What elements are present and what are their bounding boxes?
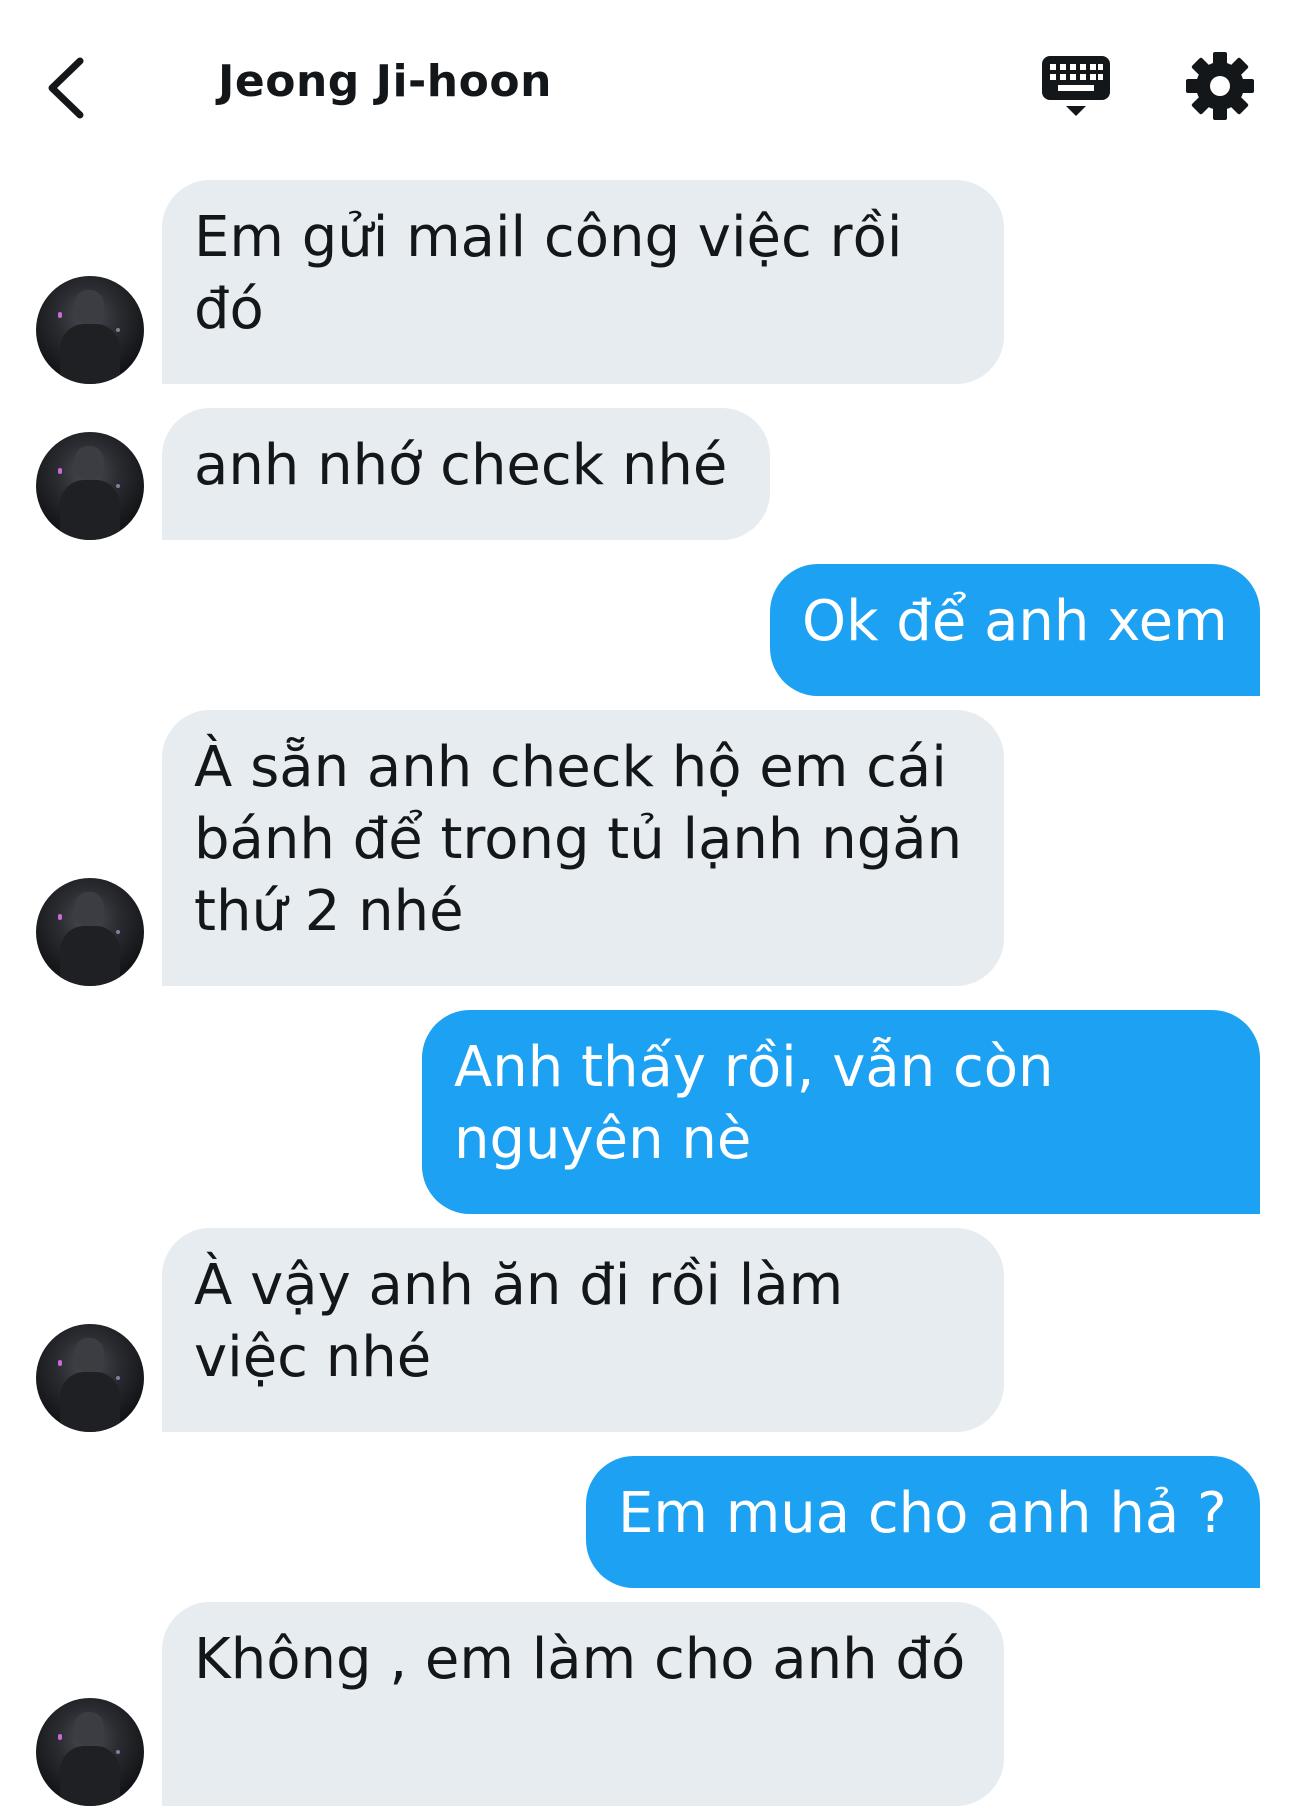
keyboard-button[interactable] <box>1040 50 1112 122</box>
keyboard-icon <box>1042 56 1110 116</box>
avatar[interactable] <box>36 1324 144 1432</box>
message-bubble-outgoing: Em mua cho anh hả ? <box>586 1456 1260 1588</box>
message-text: Anh thấy rồi, vẫn còn nguyên nè <box>454 1035 1054 1172</box>
avatar[interactable] <box>36 1698 144 1806</box>
message-text: Không , em làm cho anh đó <box>194 1627 966 1692</box>
message-text: anh nhớ check nhé <box>194 433 728 498</box>
message-text: Em mua cho anh hả ? <box>618 1481 1227 1546</box>
message-bubble-incoming: anh nhớ check nhé <box>162 408 770 540</box>
message-bubble-incoming: À sẵn anh check hộ em cái bánh để trong … <box>162 710 1004 986</box>
message-bubble-incoming: À vậy anh ăn đi rồi làm việc nhé <box>162 1228 1004 1432</box>
message-text: Ok để anh xem <box>802 589 1228 654</box>
avatar[interactable] <box>36 878 144 986</box>
settings-button[interactable] <box>1184 50 1256 122</box>
back-button[interactable] <box>34 48 98 128</box>
conversation-header: Jeong Ji-hoon <box>0 0 1290 160</box>
message-bubble-outgoing: Anh thấy rồi, vẫn còn nguyên nè <box>422 1010 1260 1214</box>
message-text: À vậy anh ăn đi rồi làm việc nhé <box>194 1253 844 1390</box>
message-bubble-incoming: Không , em làm cho anh đó <box>162 1602 1004 1806</box>
gear-icon <box>1186 52 1254 120</box>
chevron-left-icon <box>48 57 84 119</box>
message-bubble-outgoing: Ok để anh xem <box>770 564 1260 696</box>
message-text: Em gửi mail công việc rồi đó <box>194 205 903 342</box>
message-bubble-incoming: Em gửi mail công việc rồi đó <box>162 180 1004 384</box>
message-text: À sẵn anh check hộ em cái bánh để trong … <box>194 735 963 944</box>
conversation-title: Jeong Ji-hoon <box>218 56 552 107</box>
avatar[interactable] <box>36 276 144 384</box>
avatar[interactable] <box>36 432 144 540</box>
